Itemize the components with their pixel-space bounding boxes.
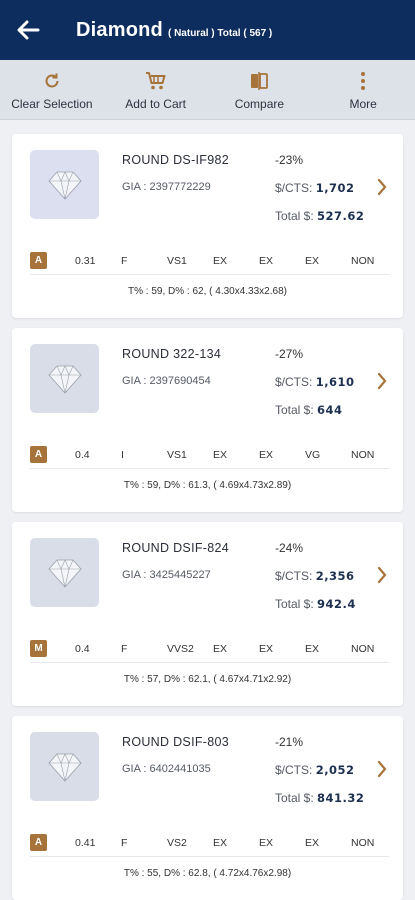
page-title: Diamond [76, 18, 163, 41]
clear-selection-button[interactable]: Clear Selection [0, 60, 104, 119]
lab-badge: A [30, 834, 47, 851]
diamond-name: ROUND DSIF-803 [122, 735, 229, 749]
more-label: More [349, 97, 377, 111]
polish: EX [259, 448, 274, 461]
symmetry: EX [305, 254, 320, 267]
diamond-card[interactable]: ROUND DSIF-803 GIA : 6402441035 -21% $/C… [12, 716, 403, 900]
refresh-icon [43, 68, 61, 94]
discount: -24% [275, 541, 304, 555]
fluorescence: NON [351, 254, 375, 267]
diamond-thumbnail [30, 538, 99, 607]
diamond-name: ROUND 322-134 [122, 347, 222, 361]
more-button[interactable]: More [311, 60, 415, 119]
measurements: T% : 59, D% : 61.3, ( 4.69x4.73x2.89) [123, 480, 292, 491]
diamond-thumbnail [30, 344, 99, 413]
polish: EX [259, 642, 274, 655]
spec-row: A 0.41 F VS2 EX EX EX NON [30, 829, 389, 857]
chevron-right-icon[interactable] [377, 566, 387, 589]
carat: 0.4 [75, 448, 90, 461]
chevron-right-icon[interactable] [377, 372, 387, 395]
back-arrow-icon[interactable] [16, 17, 42, 43]
page-subtitle: ( Natural ) Total ( 567 ) [167, 27, 273, 39]
more-vertical-icon [360, 68, 366, 94]
gia-number: GIA : 2397690454 [122, 375, 211, 387]
cut: EX [213, 836, 228, 849]
lab-badge: A [30, 252, 47, 269]
symmetry: EX [305, 642, 320, 655]
polish: EX [259, 254, 274, 267]
cut: EX [213, 642, 228, 655]
discount: -21% [275, 735, 304, 749]
cart-icon [145, 68, 167, 94]
symmetry: EX [305, 836, 320, 849]
polish: EX [259, 836, 274, 849]
fluorescence: NON [351, 836, 375, 849]
diamond-name: ROUND DSIF-824 [122, 541, 229, 555]
compare-icon [249, 68, 269, 94]
symmetry: VG [305, 448, 321, 461]
chevron-right-icon[interactable] [377, 178, 387, 201]
add-to-cart-label: Add to Cart [125, 97, 186, 111]
diamond-list: ROUND DS-IF982 GIA : 2397772229 -23% $/C… [0, 120, 415, 900]
total-price: Total $: 527.62 [275, 209, 365, 223]
cut: EX [213, 254, 228, 267]
price-per-carat: $/CTS: 2,052 [275, 763, 355, 777]
gia-number: GIA : 2397772229 [122, 181, 211, 193]
diamond-name: ROUND DS-IF982 [122, 153, 229, 167]
compare-button[interactable]: Compare [208, 60, 312, 119]
carat: 0.4 [75, 642, 90, 655]
price-per-carat: $/CTS: 1,702 [275, 181, 355, 195]
gia-number: GIA : 6402441035 [122, 763, 211, 775]
carat: 0.31 [75, 254, 96, 267]
discount: -23% [275, 153, 304, 167]
carat: 0.41 [75, 836, 96, 849]
total-price: Total $: 942.4 [275, 597, 356, 611]
clarity: VS1 [167, 448, 187, 461]
spec-row: M 0.4 F VVS2 EX EX EX NON [30, 635, 389, 663]
lab-badge: M [30, 640, 47, 657]
total-price: Total $: 644 [275, 403, 343, 417]
discount: -27% [275, 347, 304, 361]
action-toolbar: Clear Selection Add to Cart Compare More [0, 60, 415, 120]
clear-selection-label: Clear Selection [11, 97, 93, 111]
measurements: T% : 59, D% : 62, ( 4.30x4.33x2.68) [128, 286, 287, 297]
measurements: T% : 57, D% : 62.1, ( 4.67x4.71x2.92) [123, 674, 292, 685]
clarity: VS2 [167, 836, 187, 849]
clarity: VVS2 [167, 642, 194, 655]
spec-row: A 0.31 F VS1 EX EX EX NON [30, 247, 389, 275]
fluorescence: NON [351, 448, 375, 461]
total-price: Total $: 841.32 [275, 791, 365, 805]
fluorescence: NON [351, 642, 375, 655]
lab-badge: A [30, 446, 47, 463]
cut: EX [213, 448, 228, 461]
compare-label: Compare [234, 97, 285, 111]
add-to-cart-button[interactable]: Add to Cart [104, 60, 208, 119]
color-grade: I [121, 448, 124, 461]
diamond-card[interactable]: ROUND DS-IF982 GIA : 2397772229 -23% $/C… [12, 134, 403, 318]
price-per-carat: $/CTS: 1,610 [275, 375, 355, 389]
color-grade: F [121, 836, 128, 849]
measurements: T% : 55, D% : 62.8, ( 4.72x4.76x2.98) [123, 868, 292, 879]
gia-number: GIA : 3425445227 [122, 569, 211, 581]
diamond-card[interactable]: ROUND DSIF-824 GIA : 3425445227 -24% $/C… [12, 522, 403, 706]
clarity: VS1 [167, 254, 187, 267]
spec-row: A 0.4 I VS1 EX EX VG NON [30, 441, 389, 469]
diamond-card[interactable]: ROUND 322-134 GIA : 2397690454 -27% $/CT… [12, 328, 403, 512]
chevron-right-icon[interactable] [377, 760, 387, 783]
diamond-thumbnail [30, 732, 99, 801]
price-per-carat: $/CTS: 2,356 [275, 569, 355, 583]
color-grade: F [121, 642, 128, 655]
app-header: Diamond ( Natural ) Total ( 567 ) [0, 0, 415, 60]
diamond-thumbnail [30, 150, 99, 219]
color-grade: F [121, 254, 128, 267]
